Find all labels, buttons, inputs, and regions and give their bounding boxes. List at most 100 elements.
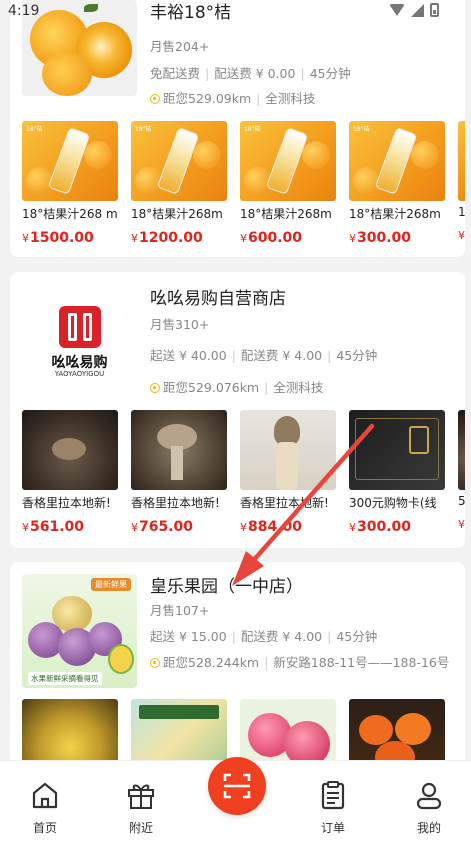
product-item[interactable]: 香格里拉本地新! ¥765.00 (131, 410, 227, 535)
product-item[interactable]: 香格里拉本地新! ¥561.00 (22, 410, 118, 535)
product-item[interactable] (131, 699, 227, 760)
delivery-time: 45分钟 (309, 66, 351, 81)
distance: 距您529.076km (163, 380, 260, 395)
thumbnail-caption: 水果新鲜采摘看得见 (28, 672, 102, 685)
tab-label: 我的 (416, 821, 441, 835)
product-price: ¥1500.00 (22, 230, 94, 246)
shop-location: 新安路188-11号——188-16号 (273, 655, 450, 670)
thumbnail-tag: 最新鲜果 (91, 578, 131, 591)
product-item[interactable] (349, 699, 445, 760)
shop-location: 全测科技 (273, 380, 324, 395)
product-item[interactable] (240, 699, 336, 760)
shop-location: 全测科技 (265, 91, 316, 106)
shop-logo: 吆吆易购 YAOYAOYIGOU (22, 288, 137, 384)
product-item[interactable]: 香格里拉本地新! ¥884.00 (240, 410, 336, 535)
gift-icon (128, 784, 154, 809)
tab-profile[interactable]: 我的 (394, 779, 464, 836)
product-image: 18°桔 (349, 121, 445, 201)
delivery-fee: 配送费 ¥ 4.00 (240, 629, 323, 644)
product-price: ¥ (458, 518, 465, 531)
product-row[interactable]: 香格里拉本地新! ¥561.00 香格里拉本地新! ¥765.00 香格里拉本地… (22, 410, 465, 540)
product-image (22, 410, 118, 490)
product-image (22, 699, 118, 760)
tab-label: 附近 (128, 821, 153, 835)
shop-thumbnail: 最新鲜果 水果新鲜采摘看得见 (22, 574, 137, 688)
product-price: ¥ (458, 229, 465, 242)
distance: 距您528.244km (163, 655, 260, 670)
product-price: ¥765.00 (131, 519, 194, 535)
product-image (131, 699, 227, 760)
product-item[interactable]: 5 ¥ (458, 410, 465, 532)
product-price: ¥300.00 (349, 230, 412, 246)
product-item[interactable]: 18°桔 18°桔果汁268 m ¥1500.00 (22, 121, 118, 246)
monthly-sales: 月售310+ (150, 317, 210, 332)
scan-button[interactable] (208, 757, 266, 815)
product-item[interactable]: 18°桔 18°桔果汁268m ¥1200.00 (131, 121, 227, 246)
monthly-sales: 月售204+ (150, 39, 210, 54)
product-row[interactable]: 18°桔 18°桔果汁268 m ¥1500.00 18°桔 18°桔果汁268… (22, 121, 465, 251)
location-icon (150, 94, 160, 104)
shop-card[interactable]: 丰裕18°桔 月售204+ 免配送费 | 配送费 ¥ 0.00 | 45分钟 距您529… (10, 0, 465, 257)
delivery-info: 免配送费 | 配送费 ¥ 0.00 | 45分钟 (150, 66, 351, 81)
product-image (458, 121, 465, 201)
delivery-time: 45分钟 (336, 629, 378, 644)
product-name: 5 (458, 494, 465, 508)
product-price: ¥884.00 (240, 519, 303, 535)
product-item[interactable] (22, 699, 118, 760)
user-icon (416, 782, 442, 810)
delivery-info: 起送 ¥ 15.00 | 配送费 ¥ 4.00 | 45分钟 (150, 629, 378, 644)
logo-text: 吆吆易购 (51, 355, 108, 371)
shop-name[interactable]: 皇乐果园（一中店） (150, 572, 303, 597)
distance: 距您529.09km (163, 91, 252, 106)
delivery-minimum: 起送 ¥ 15.00 (150, 629, 227, 644)
product-image: 18°桔 (240, 121, 336, 201)
shop-name[interactable]: 吆吆易购自营商店 (150, 284, 286, 309)
delivery-minimum: 免配送费 (150, 66, 201, 81)
monthly-sales: 月售107+ (150, 603, 210, 618)
status-time: 4:19 (8, 3, 40, 19)
delivery-minimum: 起送 ¥ 40.00 (150, 348, 227, 363)
clipboard-icon (321, 781, 345, 810)
shop-card[interactable]: 吆吆易购 YAOYAOYIGOU 吆吆易购自营商店 月售310+ 起送 ¥ 40… (10, 272, 465, 548)
product-image: 18°桔 (131, 121, 227, 201)
shop-card[interactable]: 最新鲜果 水果新鲜采摘看得见 皇乐果园（一中店） 月售107+ 起送 ¥ 15.… (10, 562, 465, 760)
tab-home[interactable]: 首页 (10, 779, 80, 836)
product-name: 300元购物卡(线 (349, 496, 437, 510)
product-price: ¥1200.00 (131, 230, 203, 246)
product-item[interactable]: 18°桔 18°桔果汁268m ¥600.00 (240, 121, 336, 246)
product-name: 1 (458, 205, 465, 219)
wifi-icon (389, 4, 405, 16)
home-icon (32, 782, 58, 809)
product-name: 香格里拉本地新! (240, 496, 329, 510)
product-image: 18°桔 (22, 121, 118, 201)
product-name: 18°桔果汁268 m (22, 207, 118, 221)
shop-list[interactable]: 丰裕18°桔 月售204+ 免配送费 | 配送费 ¥ 0.00 | 45分钟 距您529… (0, 0, 471, 760)
product-name: 香格里拉本地新! (22, 496, 111, 510)
product-image (349, 699, 445, 760)
logo-subtext: YAOYAOYIGOU (54, 370, 105, 378)
product-name: 香格里拉本地新! (131, 496, 220, 510)
product-item[interactable]: 300元购物卡(线 ¥300.00 (349, 410, 445, 535)
product-name: 18°桔果汁268m (349, 207, 441, 221)
product-image (131, 410, 227, 490)
product-name: 18°桔果汁268m (131, 207, 223, 221)
tab-orders[interactable]: 订单 (298, 779, 368, 836)
distance-info: 距您529.09km | 全测科技 (150, 88, 315, 107)
product-image (240, 699, 336, 760)
tab-label: 首页 (32, 821, 57, 835)
location-icon (150, 383, 160, 393)
location-icon (150, 658, 160, 668)
tab-nearby[interactable]: 附近 (106, 779, 176, 836)
delivery-fee: 配送费 ¥ 0.00 (214, 66, 296, 81)
product-image (458, 410, 465, 490)
product-row[interactable] (22, 699, 465, 760)
distance-info: 距您528.244km | 新安路188-11号——188-16号 (150, 653, 450, 673)
delivery-time: 45分钟 (336, 348, 378, 363)
product-price: ¥600.00 (240, 230, 303, 246)
product-price: ¥561.00 (22, 519, 85, 535)
product-item[interactable]: 1 ¥ (458, 121, 465, 243)
product-image (349, 410, 445, 490)
product-image (240, 410, 336, 490)
bottom-tab-bar: 首页 附近 订单 我的 (0, 757, 471, 843)
product-item[interactable]: 18°桔 18°桔果汁268m ¥300.00 (349, 121, 445, 246)
